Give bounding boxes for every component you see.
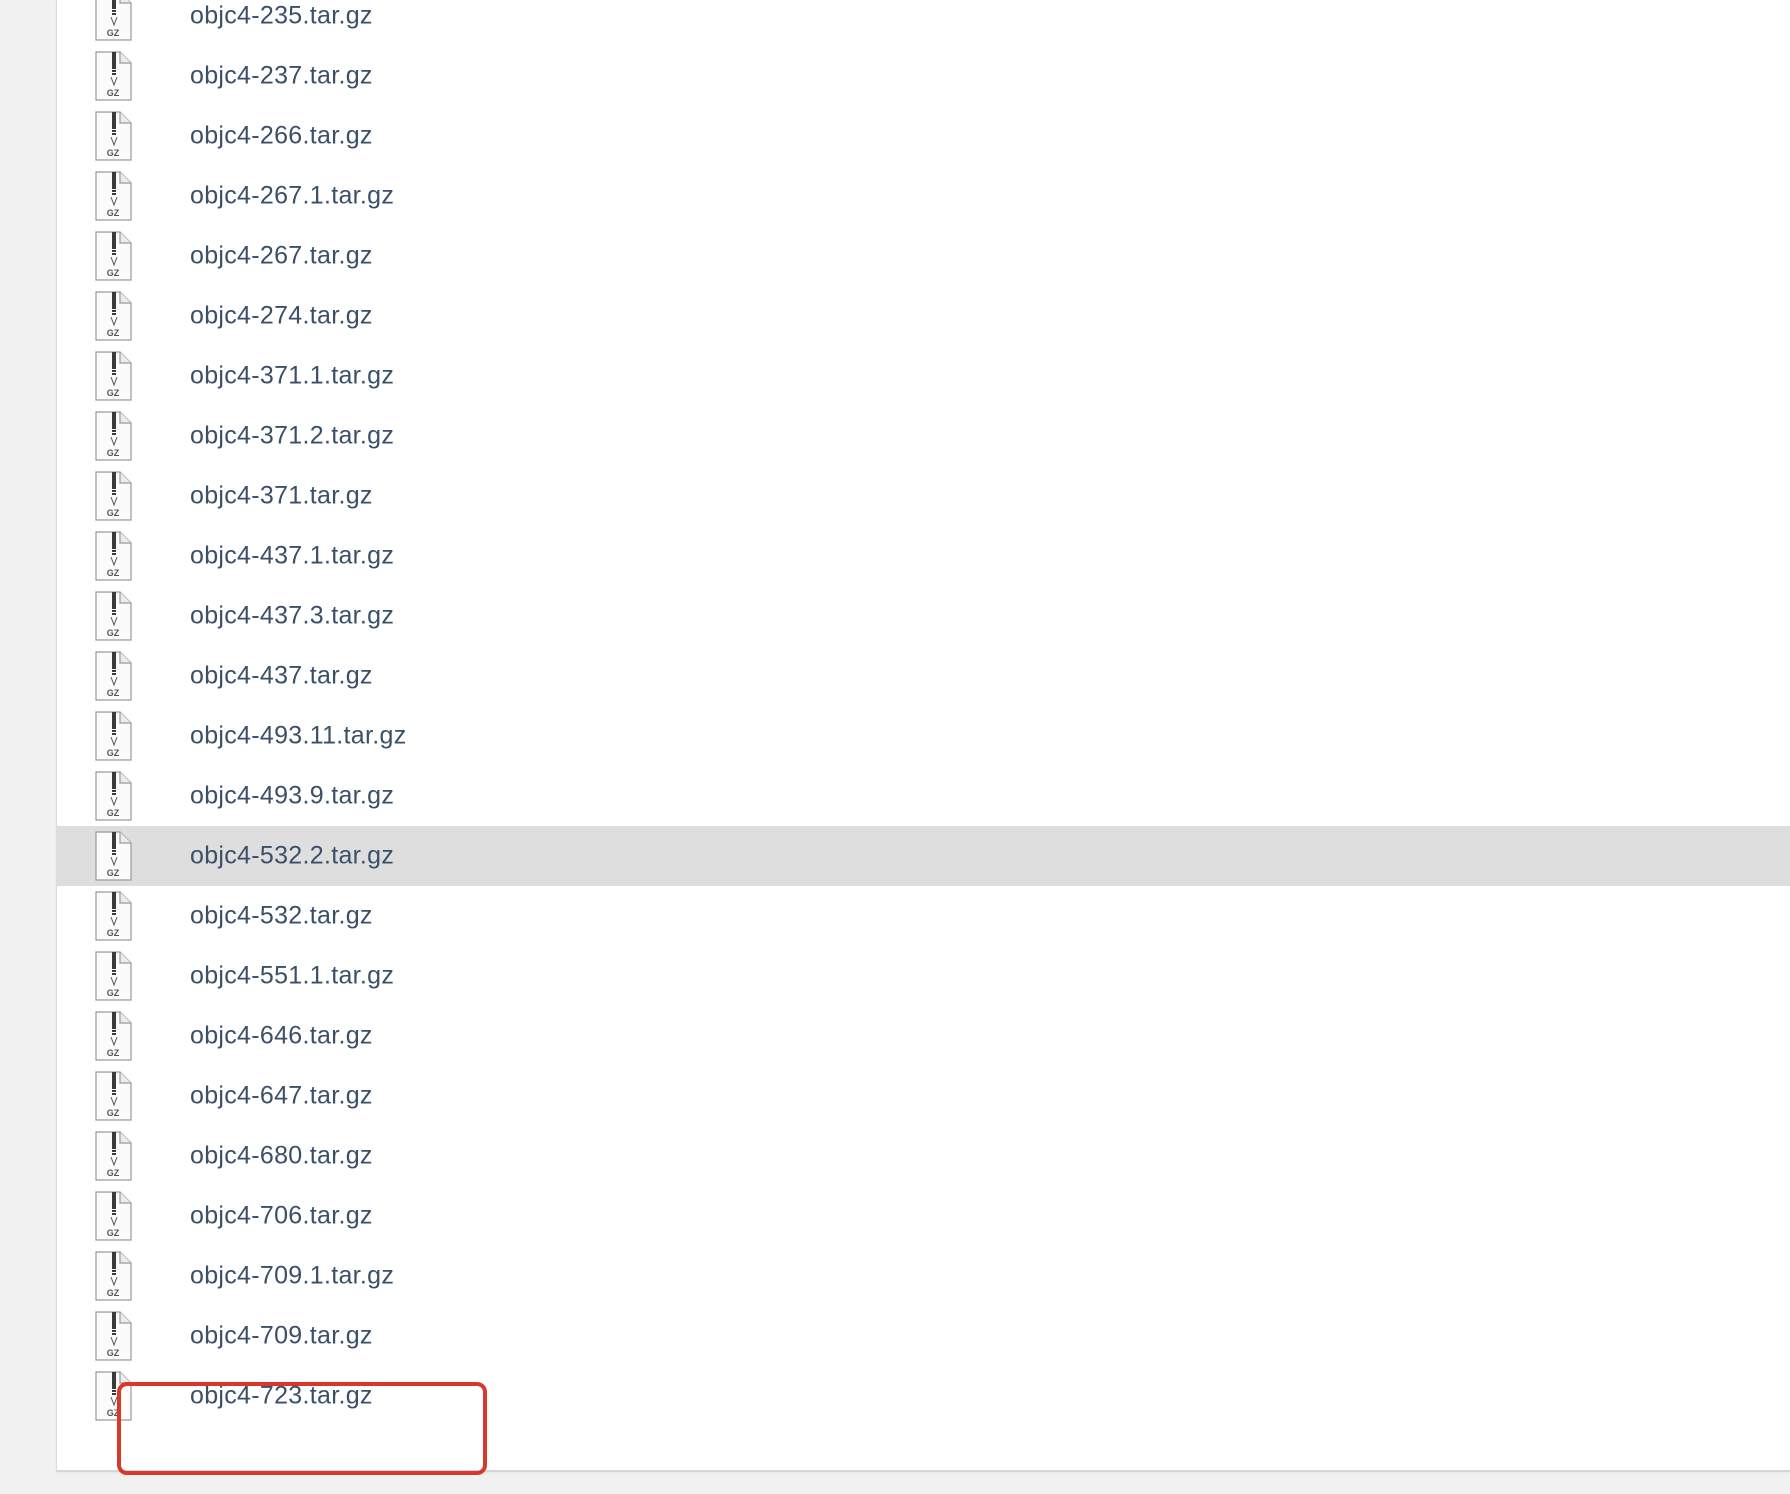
- svg-text:GZ: GZ: [107, 1348, 120, 1358]
- svg-text:GZ: GZ: [107, 748, 120, 758]
- svg-text:GZ: GZ: [107, 28, 120, 38]
- gz-archive-icon[interactable]: GZ: [93, 891, 133, 941]
- file-row[interactable]: GZ objc4-371.1.tar.gz: [57, 346, 1790, 406]
- file-link[interactable]: objc4-237.tar.gz: [190, 62, 373, 91]
- file-row[interactable]: GZ objc4-437.3.tar.gz: [57, 586, 1790, 646]
- file-link[interactable]: objc4-709.tar.gz: [190, 1322, 373, 1351]
- gz-archive-icon[interactable]: GZ: [93, 1371, 133, 1421]
- svg-text:GZ: GZ: [107, 148, 120, 158]
- gz-archive-icon[interactable]: GZ: [93, 111, 133, 161]
- file-link[interactable]: objc4-267.1.tar.gz: [190, 182, 394, 211]
- gz-archive-icon[interactable]: GZ: [93, 531, 133, 581]
- file-row[interactable]: GZ objc4-647.tar.gz: [57, 1066, 1790, 1126]
- file-row[interactable]: GZ objc4-709.tar.gz: [57, 1306, 1790, 1366]
- file-row[interactable]: GZ objc4-437.1.tar.gz: [57, 526, 1790, 586]
- svg-text:GZ: GZ: [107, 928, 120, 938]
- svg-text:GZ: GZ: [107, 1048, 120, 1058]
- file-list-panel: GZ objc4-235.tar.gz GZ objc4-237.tar.gz GZ ob…: [56, 0, 1790, 1472]
- file-list: GZ objc4-235.tar.gz GZ objc4-237.tar.gz GZ ob…: [57, 0, 1790, 1426]
- gz-archive-icon[interactable]: GZ: [93, 591, 133, 641]
- gz-archive-icon[interactable]: GZ: [93, 351, 133, 401]
- file-link[interactable]: objc4-274.tar.gz: [190, 302, 373, 331]
- gz-archive-icon[interactable]: GZ: [93, 1311, 133, 1361]
- file-link[interactable]: objc4-437.1.tar.gz: [190, 542, 394, 571]
- file-link[interactable]: objc4-267.tar.gz: [190, 242, 373, 271]
- file-row[interactable]: GZ objc4-493.9.tar.gz: [57, 766, 1790, 826]
- file-row[interactable]: GZ objc4-680.tar.gz: [57, 1126, 1790, 1186]
- gz-archive-icon[interactable]: GZ: [93, 1251, 133, 1301]
- svg-text:GZ: GZ: [107, 88, 120, 98]
- svg-text:GZ: GZ: [107, 448, 120, 458]
- svg-text:GZ: GZ: [107, 1408, 120, 1418]
- file-link[interactable]: objc4-646.tar.gz: [190, 1022, 373, 1051]
- gz-archive-icon[interactable]: GZ: [93, 51, 133, 101]
- svg-text:GZ: GZ: [107, 628, 120, 638]
- svg-text:GZ: GZ: [107, 868, 120, 878]
- file-link[interactable]: objc4-706.tar.gz: [190, 1202, 373, 1231]
- svg-text:GZ: GZ: [107, 268, 120, 278]
- file-link[interactable]: objc4-371.1.tar.gz: [190, 362, 394, 391]
- file-row[interactable]: GZ objc4-274.tar.gz: [57, 286, 1790, 346]
- file-row[interactable]: GZ objc4-532.tar.gz: [57, 886, 1790, 946]
- file-row[interactable]: GZ objc4-266.tar.gz: [57, 106, 1790, 166]
- gz-archive-icon[interactable]: GZ: [93, 1071, 133, 1121]
- gz-archive-icon[interactable]: GZ: [93, 951, 133, 1001]
- svg-text:GZ: GZ: [107, 688, 120, 698]
- svg-text:GZ: GZ: [107, 508, 120, 518]
- file-row[interactable]: GZ objc4-371.tar.gz: [57, 466, 1790, 526]
- file-link[interactable]: objc4-371.2.tar.gz: [190, 422, 394, 451]
- file-link[interactable]: objc4-723.tar.gz: [190, 1382, 373, 1411]
- file-row[interactable]: GZ objc4-267.tar.gz: [57, 226, 1790, 286]
- gz-archive-icon[interactable]: GZ: [93, 771, 133, 821]
- file-link[interactable]: objc4-493.9.tar.gz: [190, 782, 394, 811]
- svg-text:GZ: GZ: [107, 388, 120, 398]
- file-link[interactable]: objc4-437.3.tar.gz: [190, 602, 394, 631]
- file-row[interactable]: GZ objc4-723.tar.gz: [57, 1366, 1790, 1426]
- gz-archive-icon[interactable]: GZ: [93, 471, 133, 521]
- file-row[interactable]: GZ objc4-371.2.tar.gz: [57, 406, 1790, 466]
- svg-text:GZ: GZ: [107, 328, 120, 338]
- file-link[interactable]: objc4-680.tar.gz: [190, 1142, 373, 1171]
- file-row[interactable]: GZ objc4-532.2.tar.gz: [57, 826, 1790, 886]
- file-row[interactable]: GZ objc4-493.11.tar.gz: [57, 706, 1790, 766]
- gz-archive-icon[interactable]: GZ: [93, 0, 133, 41]
- file-row[interactable]: GZ objc4-706.tar.gz: [57, 1186, 1790, 1246]
- file-link[interactable]: objc4-493.11.tar.gz: [190, 722, 407, 751]
- gz-archive-icon[interactable]: GZ: [93, 1011, 133, 1061]
- file-link[interactable]: objc4-235.tar.gz: [190, 2, 373, 31]
- file-link[interactable]: objc4-532.2.tar.gz: [190, 842, 394, 871]
- svg-text:GZ: GZ: [107, 1168, 120, 1178]
- file-link[interactable]: objc4-647.tar.gz: [190, 1082, 373, 1111]
- file-link[interactable]: objc4-437.tar.gz: [190, 662, 373, 691]
- gz-archive-icon[interactable]: GZ: [93, 651, 133, 701]
- gz-archive-icon[interactable]: GZ: [93, 831, 133, 881]
- gz-archive-icon[interactable]: GZ: [93, 1191, 133, 1241]
- gz-archive-icon[interactable]: GZ: [93, 411, 133, 461]
- file-link[interactable]: objc4-551.1.tar.gz: [190, 962, 394, 991]
- svg-text:GZ: GZ: [107, 208, 120, 218]
- file-row[interactable]: GZ objc4-437.tar.gz: [57, 646, 1790, 706]
- file-row[interactable]: GZ objc4-709.1.tar.gz: [57, 1246, 1790, 1306]
- file-row[interactable]: GZ objc4-267.1.tar.gz: [57, 166, 1790, 226]
- gz-archive-icon[interactable]: GZ: [93, 1131, 133, 1181]
- gz-archive-icon[interactable]: GZ: [93, 171, 133, 221]
- svg-text:GZ: GZ: [107, 1108, 120, 1118]
- file-row[interactable]: GZ objc4-646.tar.gz: [57, 1006, 1790, 1066]
- svg-text:GZ: GZ: [107, 988, 120, 998]
- gz-archive-icon[interactable]: GZ: [93, 291, 133, 341]
- gz-archive-icon[interactable]: GZ: [93, 231, 133, 281]
- file-row[interactable]: GZ objc4-237.tar.gz: [57, 46, 1790, 106]
- file-row[interactable]: GZ objc4-235.tar.gz: [57, 0, 1790, 46]
- file-link[interactable]: objc4-709.1.tar.gz: [190, 1262, 394, 1291]
- svg-text:GZ: GZ: [107, 568, 120, 578]
- file-link[interactable]: objc4-371.tar.gz: [190, 482, 373, 511]
- file-row[interactable]: GZ objc4-551.1.tar.gz: [57, 946, 1790, 1006]
- svg-text:GZ: GZ: [107, 808, 120, 818]
- gz-archive-icon[interactable]: GZ: [93, 711, 133, 761]
- file-link[interactable]: objc4-532.tar.gz: [190, 902, 373, 931]
- svg-text:GZ: GZ: [107, 1288, 120, 1298]
- file-link[interactable]: objc4-266.tar.gz: [190, 122, 373, 151]
- svg-text:GZ: GZ: [107, 1228, 120, 1238]
